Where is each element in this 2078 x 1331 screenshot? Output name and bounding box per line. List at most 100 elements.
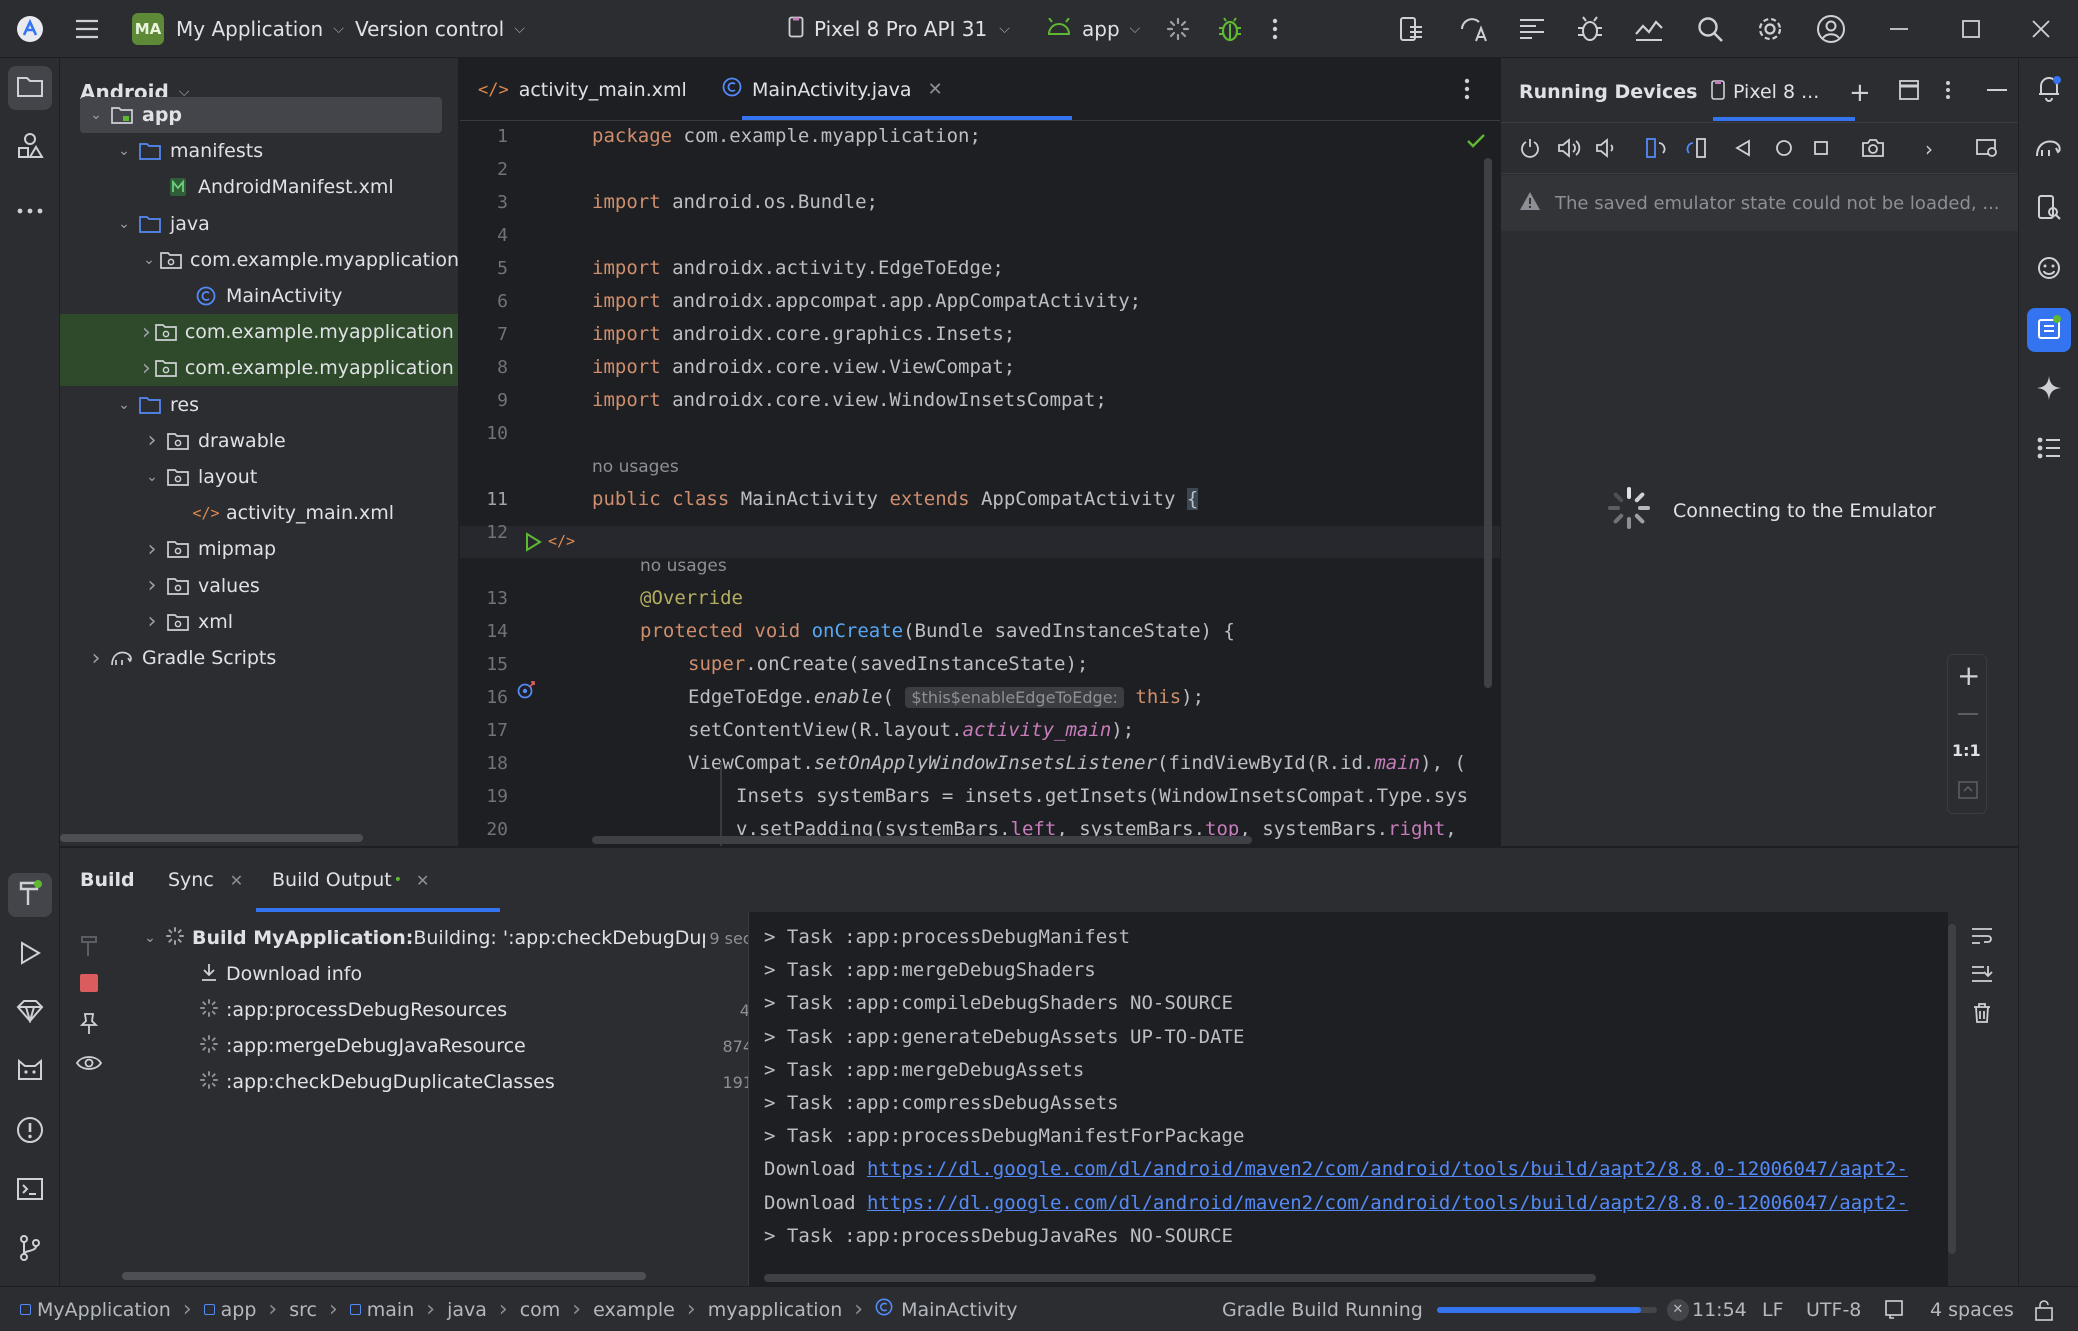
tab-build[interactable]: Build [80, 848, 135, 912]
tree-item[interactable]: › mipmap [60, 531, 458, 567]
project-switcher[interactable]: MA My Application ⌵ [132, 0, 344, 58]
chevron-right-icon[interactable]: › [1925, 137, 1933, 161]
line-number[interactable]: 2 [460, 159, 508, 180]
tab-sync[interactable]: Sync ✕ [168, 848, 243, 912]
chevron-down-icon[interactable]: ⌄ [86, 107, 106, 123]
code-line-8[interactable]: import androidx.core.view.ViewCompat; [592, 356, 1015, 378]
screen-record-icon[interactable] [1975, 137, 1999, 159]
line-number[interactable]: 19 [460, 786, 508, 807]
version-control-menu[interactable]: Version control ⌵ [355, 0, 525, 58]
caret-position[interactable]: 11:54 [1692, 1287, 1747, 1331]
chevron-down-icon[interactable]: ⌄ [114, 143, 134, 159]
reader-mode-icon[interactable] [1884, 1299, 1904, 1319]
breadcrumb-item[interactable]: example [593, 1299, 675, 1321]
tree-item[interactable]: ›com.example.myapplication(t [60, 350, 458, 387]
code-line-9[interactable]: import androidx.core.view.WindowInsetsCo… [592, 389, 1107, 411]
tree-item[interactable]: › xml [60, 604, 458, 640]
trash-icon[interactable] [1972, 1002, 1992, 1024]
code-line-14[interactable]: protected void onCreate(Bundle savedInst… [640, 620, 1235, 642]
cancel-task-icon[interactable]: ✕ [1666, 1298, 1689, 1321]
build-root-row[interactable]: ⌄ Build MyApplication: Building: ':app:c… [140, 920, 790, 956]
gear-icon[interactable] [1756, 0, 1784, 58]
tree-item[interactable]: AndroidManifest.xml [60, 169, 458, 205]
terminal-tool-button[interactable] [8, 1169, 52, 1213]
code-line-6[interactable]: import androidx.appcompat.app.AppCompatA… [592, 290, 1141, 312]
horizontal-scrollbar[interactable] [764, 1274, 1596, 1282]
more-vertical-icon[interactable] [1464, 78, 1470, 100]
translate-icon[interactable] [1458, 0, 1488, 58]
line-number[interactable]: 3 [460, 192, 508, 213]
layout-icon[interactable] [1899, 80, 1919, 100]
code-line-1[interactable]: package com.example.myapplication; [592, 125, 981, 147]
line-number[interactable]: 18 [460, 753, 508, 774]
tab-build-output[interactable]: Build Output • ✕ [272, 848, 429, 912]
breadcrumb-item[interactable]: com [520, 1299, 561, 1321]
tab-pixel-8[interactable]: Pixel 8 ... [1711, 74, 1819, 110]
problems-tool-button[interactable] [8, 1110, 52, 1154]
more-vertical-icon[interactable] [1945, 80, 1951, 100]
hammer-icon[interactable] [78, 934, 102, 958]
project-tool-button[interactable] [8, 66, 52, 110]
horizontal-scrollbar[interactable] [592, 836, 1252, 844]
line-number[interactable]: 20 [460, 819, 508, 840]
indent-setting[interactable]: 4 spaces [1930, 1287, 2014, 1331]
chevron-down-icon[interactable]: ⌄ [114, 397, 134, 413]
minimize-window-icon[interactable] [1890, 0, 1908, 58]
close-icon[interactable]: ✕ [928, 79, 943, 100]
background-task[interactable]: Gradle Build Running ✕ [1222, 1287, 1689, 1331]
chevron-right-icon[interactable]: › [142, 609, 162, 634]
line-number[interactable]: 11 [460, 489, 508, 510]
tree-item[interactable]: ⌄ layout [60, 459, 458, 495]
vertical-scrollbar[interactable] [1484, 158, 1492, 688]
tree-item[interactable]: ⌄ manifests [60, 133, 458, 169]
line-number[interactable]: 1 [460, 126, 508, 147]
usage-hint-2[interactable]: no usages [640, 556, 727, 576]
chevron-down-icon[interactable]: ⌄ [142, 252, 156, 268]
chevron-down-icon[interactable]: ⌄ [114, 216, 134, 232]
tab-activity-main-xml[interactable]: </> activity_main.xml [478, 58, 687, 121]
tree-item[interactable]: MainActivity [60, 278, 458, 314]
horizontal-scrollbar[interactable] [60, 834, 363, 842]
tab-main-activity-java[interactable]: MainActivity.java ✕ [722, 58, 943, 121]
resource-manager-button[interactable] [8, 126, 52, 170]
back-icon[interactable] [1735, 139, 1751, 157]
tree-item[interactable]: ⌄ res [60, 387, 458, 423]
line-number[interactable]: 8 [460, 357, 508, 378]
chevron-right-icon[interactable]: › [142, 537, 162, 562]
override-gutter-icon[interactable] [516, 680, 538, 705]
file-encoding[interactable]: UTF-8 [1806, 1287, 1861, 1331]
tree-item[interactable]: ⌄ com.example.myapplication [60, 242, 458, 278]
home-icon[interactable] [1775, 139, 1793, 157]
chevron-down-icon[interactable]: ⌄ [142, 469, 162, 485]
zoom-in-icon[interactable]: + [1957, 659, 1980, 692]
breadcrumb-item[interactable]: MyApplication [20, 1299, 171, 1321]
overview-icon[interactable] [1813, 140, 1829, 156]
build-step-row[interactable]: :app:processDebugResources 4 sec [200, 992, 782, 1028]
add-device-icon[interactable]: + [1849, 78, 1871, 108]
run-tool-button[interactable] [8, 933, 52, 977]
breadcrumb-item[interactable]: app [203, 1299, 256, 1321]
line-number[interactable]: 16 [460, 687, 508, 708]
line-number[interactable]: 14 [460, 621, 508, 642]
tree-item[interactable]: </> activity_main.xml [60, 495, 458, 531]
chevron-right-icon[interactable]: › [142, 320, 151, 345]
gem-tool-button[interactable] [8, 991, 52, 1035]
more-vertical-icon[interactable] [1272, 0, 1278, 58]
running-devices-button[interactable] [2027, 308, 2071, 352]
code-line-11[interactable]: public class MainActivity extends AppCom… [592, 488, 1199, 510]
line-number[interactable]: 7 [460, 324, 508, 345]
line-number[interactable]: 15 [460, 654, 508, 675]
line-number[interactable]: 10 [460, 423, 508, 444]
tree-item[interactable]: › values [60, 568, 458, 604]
stop-build-icon[interactable] [80, 974, 98, 992]
bug-settings-icon[interactable] [1576, 0, 1604, 58]
close-icon[interactable]: ✕ [416, 871, 429, 890]
tree-item[interactable]: ⌄ app [80, 97, 442, 133]
camera-icon[interactable] [1861, 137, 1885, 159]
build-tool-button[interactable] [8, 873, 52, 917]
line-number[interactable]: 12 [460, 522, 508, 543]
soft-wrap-icon[interactable] [1970, 926, 1994, 946]
rotate-right-icon[interactable] [1685, 137, 1707, 159]
line-number[interactable]: 9 [460, 390, 508, 411]
volume-up-icon[interactable] [1557, 137, 1581, 159]
